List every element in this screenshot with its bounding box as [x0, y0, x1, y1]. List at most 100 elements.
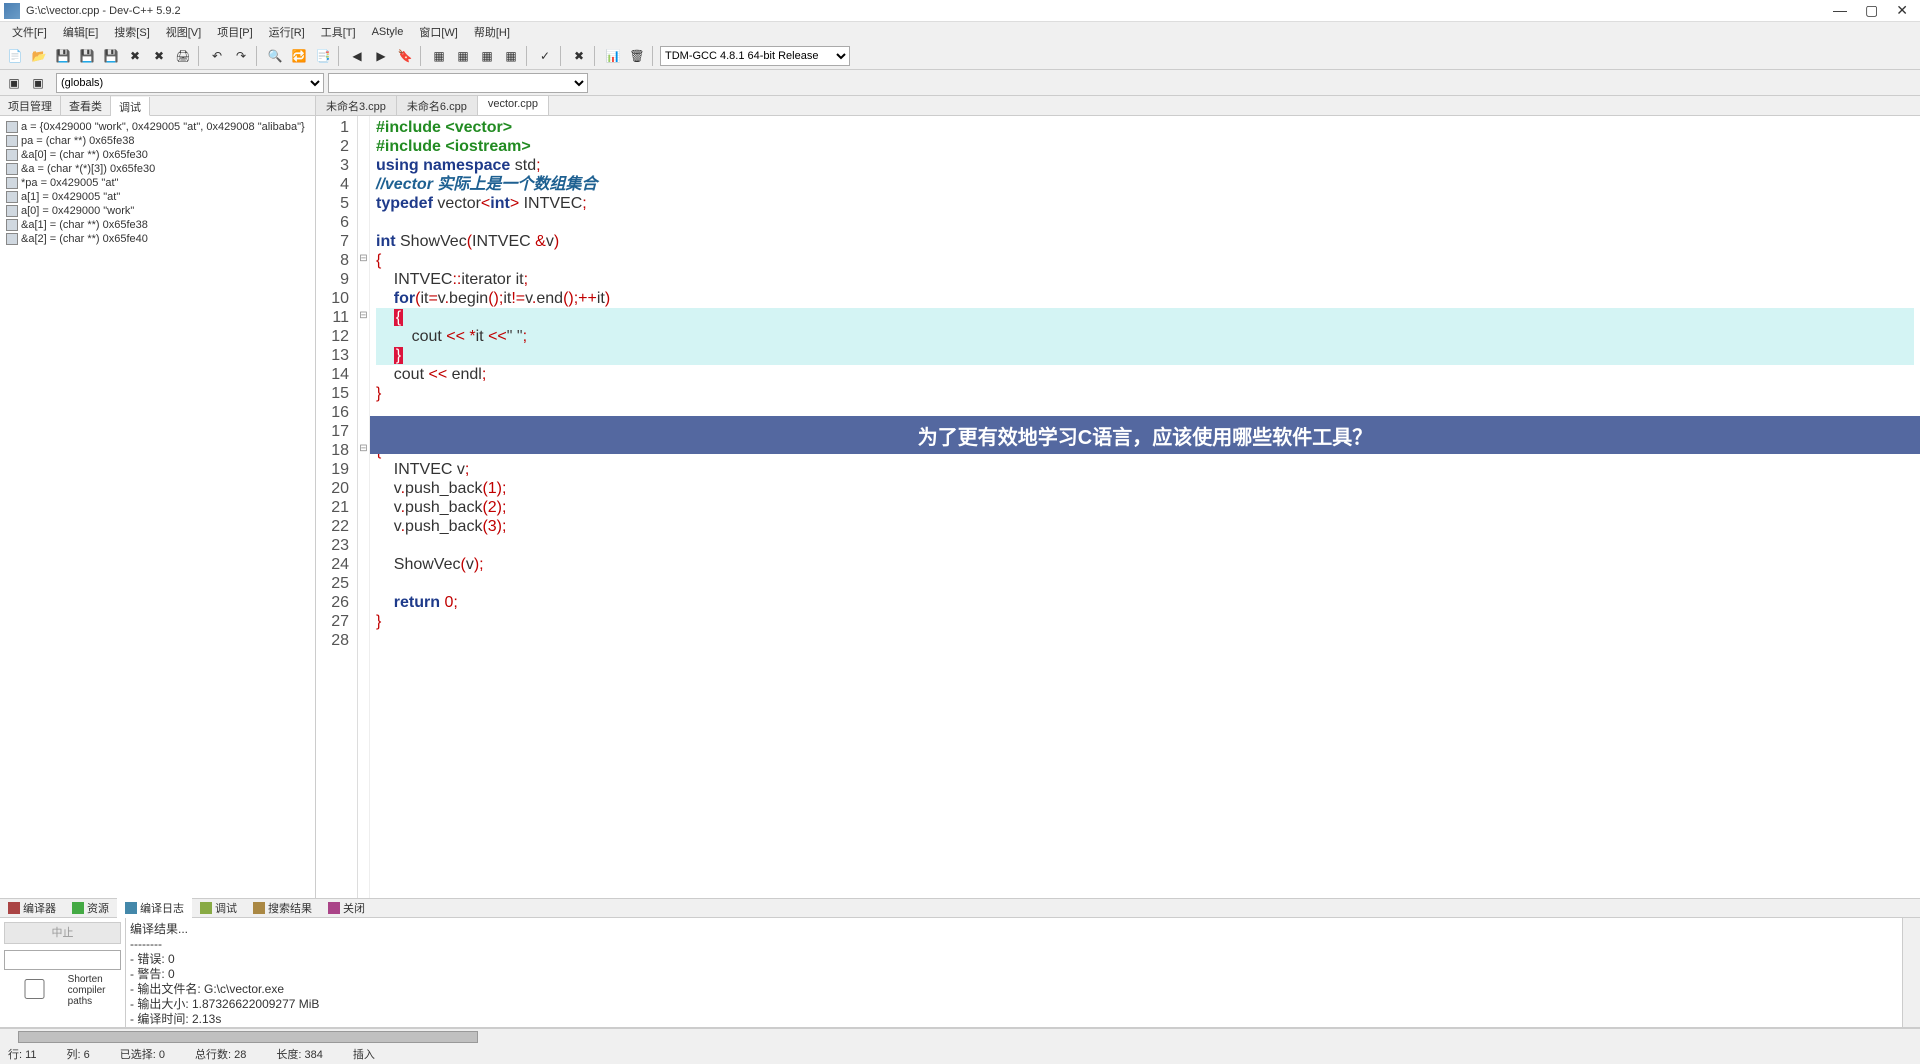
code-editor[interactable]: 1234567891011121314151617181920212223242…	[316, 116, 1920, 898]
var-icon	[6, 163, 18, 175]
compile-log[interactable]: 编译结果...--------- 错误: 0- 警告: 0- 输出文件名: G:…	[126, 918, 1902, 1027]
bottom-tabs: 编译器资源编译日志调试搜索结果关闭	[0, 898, 1920, 918]
left-tab-2[interactable]: 调试	[111, 97, 150, 116]
menu-帮助[H][interactable]: 帮助[H]	[466, 22, 518, 42]
bottom-tab-调试[interactable]: 调试	[192, 898, 245, 918]
member-select[interactable]	[328, 73, 588, 93]
bottom-tab-编译器[interactable]: 编译器	[0, 898, 64, 918]
compiler-select[interactable]: TDM-GCC 4.8.1 64-bit Release	[660, 46, 850, 66]
editor-tab-0[interactable]: 未命名3.cpp	[316, 96, 397, 115]
left-tab-0[interactable]: 项目管理	[0, 96, 61, 115]
stop-icon[interactable]: ✖	[568, 45, 590, 67]
editor-tab-2[interactable]: vector.cpp	[478, 96, 549, 115]
status-len: 长度: 384	[276, 1046, 322, 1062]
profile-icon[interactable]: 📊	[602, 45, 624, 67]
menu-窗口[W][interactable]: 窗口[W]	[411, 22, 466, 42]
open-icon[interactable]: 📂	[28, 45, 50, 67]
var-icon	[6, 205, 18, 217]
save-all-icon[interactable]: 💾	[76, 45, 98, 67]
bottom-tab-编译日志[interactable]: 编译日志	[117, 898, 192, 918]
compile-controls: 中止 Shorten compiler paths	[0, 918, 126, 1027]
find-files-icon[interactable]: 📑	[312, 45, 334, 67]
watch-item[interactable]: a[1] = 0x429005 "at"	[4, 190, 311, 204]
forward-icon[interactable]: ▶	[370, 45, 392, 67]
tab-icon	[200, 902, 212, 914]
debug-icon[interactable]: ✓	[534, 45, 556, 67]
status-total: 总行数: 28	[195, 1046, 246, 1062]
scope-bar: ▣ ▣ (globals)	[0, 70, 1920, 96]
menu-运行[R][interactable]: 运行[R]	[261, 22, 313, 42]
menu-工具[T][interactable]: 工具[T]	[313, 22, 364, 42]
fold-column[interactable]: ⊟⊟⊟	[358, 116, 370, 898]
maximize-button[interactable]: ▢	[1865, 2, 1878, 19]
minimize-button[interactable]: —	[1833, 2, 1847, 19]
save-icon[interactable]: 💾	[52, 45, 74, 67]
status-bar: 行: 11 列: 6 已选择: 0 总行数: 28 长度: 384 插入	[0, 1044, 1920, 1064]
tab-icon	[72, 902, 84, 914]
find-icon[interactable]: 🔍	[264, 45, 286, 67]
editor-area: 未命名3.cpp未命名6.cppvector.cpp 1234567891011…	[316, 96, 1920, 898]
redo-icon[interactable]: ↷	[230, 45, 252, 67]
compile-icon[interactable]: ▦	[428, 45, 450, 67]
print-icon[interactable]: 🖨	[172, 45, 194, 67]
window-title: G:\c\vector.cpp - Dev-C++ 5.9.2	[26, 5, 1833, 17]
menu-搜索[S][interactable]: 搜索[S]	[106, 22, 157, 42]
goto-icon[interactable]: ▣	[4, 73, 24, 93]
toggle-icon[interactable]: ▣	[28, 73, 48, 93]
watch-item[interactable]: &a[2] = (char **) 0x65fe40	[4, 232, 311, 246]
new-file-icon[interactable]: 📄	[4, 45, 26, 67]
overlay-banner: 为了更有效地学习C语言，应该使用哪些软件工具？	[370, 416, 1920, 454]
menu-视图[V][interactable]: 视图[V]	[158, 22, 209, 42]
filter-input[interactable]	[4, 950, 121, 970]
bookmark-icon[interactable]: 🔖	[394, 45, 416, 67]
line-gutter: 1234567891011121314151617181920212223242…	[316, 116, 358, 898]
code-lines[interactable]: 为了更有效地学习C语言，应该使用哪些软件工具？ #include <vector…	[370, 116, 1920, 898]
output-hscrollbar[interactable]	[0, 1028, 1920, 1044]
close-all-icon[interactable]: ✖	[148, 45, 170, 67]
watch-item[interactable]: &a[1] = (char **) 0x65fe38	[4, 218, 311, 232]
menu-项目[P][interactable]: 项目[P]	[209, 22, 260, 42]
bottom-tab-资源[interactable]: 资源	[64, 898, 117, 918]
back-icon[interactable]: ◀	[346, 45, 368, 67]
rebuild-icon[interactable]: ▦	[500, 45, 522, 67]
status-ins: 插入	[353, 1046, 375, 1062]
run-icon[interactable]: ▦	[452, 45, 474, 67]
app-icon	[4, 3, 20, 19]
close-file-icon[interactable]: ✖	[124, 45, 146, 67]
var-icon	[6, 135, 18, 147]
editor-tab-1[interactable]: 未命名6.cpp	[397, 96, 478, 115]
var-icon	[6, 149, 18, 161]
menu-AStyle[interactable]: AStyle	[364, 24, 412, 40]
debug-watch-tree[interactable]: a = {0x429000 "work", 0x429005 "at", 0x4…	[0, 116, 315, 898]
watch-item[interactable]: *pa = 0x429005 "at"	[4, 176, 311, 190]
var-icon	[6, 121, 18, 133]
status-sel: 已选择: 0	[120, 1046, 165, 1062]
scope-select[interactable]: (globals)	[56, 73, 324, 93]
var-icon	[6, 191, 18, 203]
watch-item[interactable]: a[0] = 0x429000 "work"	[4, 204, 311, 218]
tab-icon	[328, 902, 340, 914]
undo-icon[interactable]: ↶	[206, 45, 228, 67]
close-button[interactable]: ✕	[1896, 2, 1908, 19]
shorten-paths-checkbox[interactable]: Shorten compiler paths	[4, 974, 121, 1007]
watch-item[interactable]: &a = (char *(*)[3]) 0x65fe30	[4, 162, 311, 176]
trash-icon[interactable]: 🗑	[626, 45, 648, 67]
left-panel: 项目管理查看类调试 a = {0x429000 "work", 0x429005…	[0, 96, 316, 898]
title-bar: G:\c\vector.cpp - Dev-C++ 5.9.2 — ▢ ✕	[0, 0, 1920, 22]
menu-编辑[E][interactable]: 编辑[E]	[55, 22, 106, 42]
compile-run-icon[interactable]: ▦	[476, 45, 498, 67]
tab-icon	[8, 902, 20, 914]
left-tab-1[interactable]: 查看类	[61, 96, 111, 115]
bottom-tab-关闭[interactable]: 关闭	[320, 898, 373, 918]
bottom-tab-搜索结果[interactable]: 搜索结果	[245, 898, 320, 918]
var-icon	[6, 177, 18, 189]
replace-icon[interactable]: 🔁	[288, 45, 310, 67]
watch-item[interactable]: pa = (char **) 0x65fe38	[4, 134, 311, 148]
save-as-icon[interactable]: 💾	[100, 45, 122, 67]
watch-item[interactable]: a = {0x429000 "work", 0x429005 "at", 0x4…	[4, 120, 311, 134]
var-icon	[6, 233, 18, 245]
menu-文件[F][interactable]: 文件[F]	[4, 22, 55, 42]
abort-button[interactable]: 中止	[4, 922, 121, 944]
watch-item[interactable]: &a[0] = (char **) 0x65fe30	[4, 148, 311, 162]
output-scrollbar[interactable]	[1902, 918, 1920, 1027]
